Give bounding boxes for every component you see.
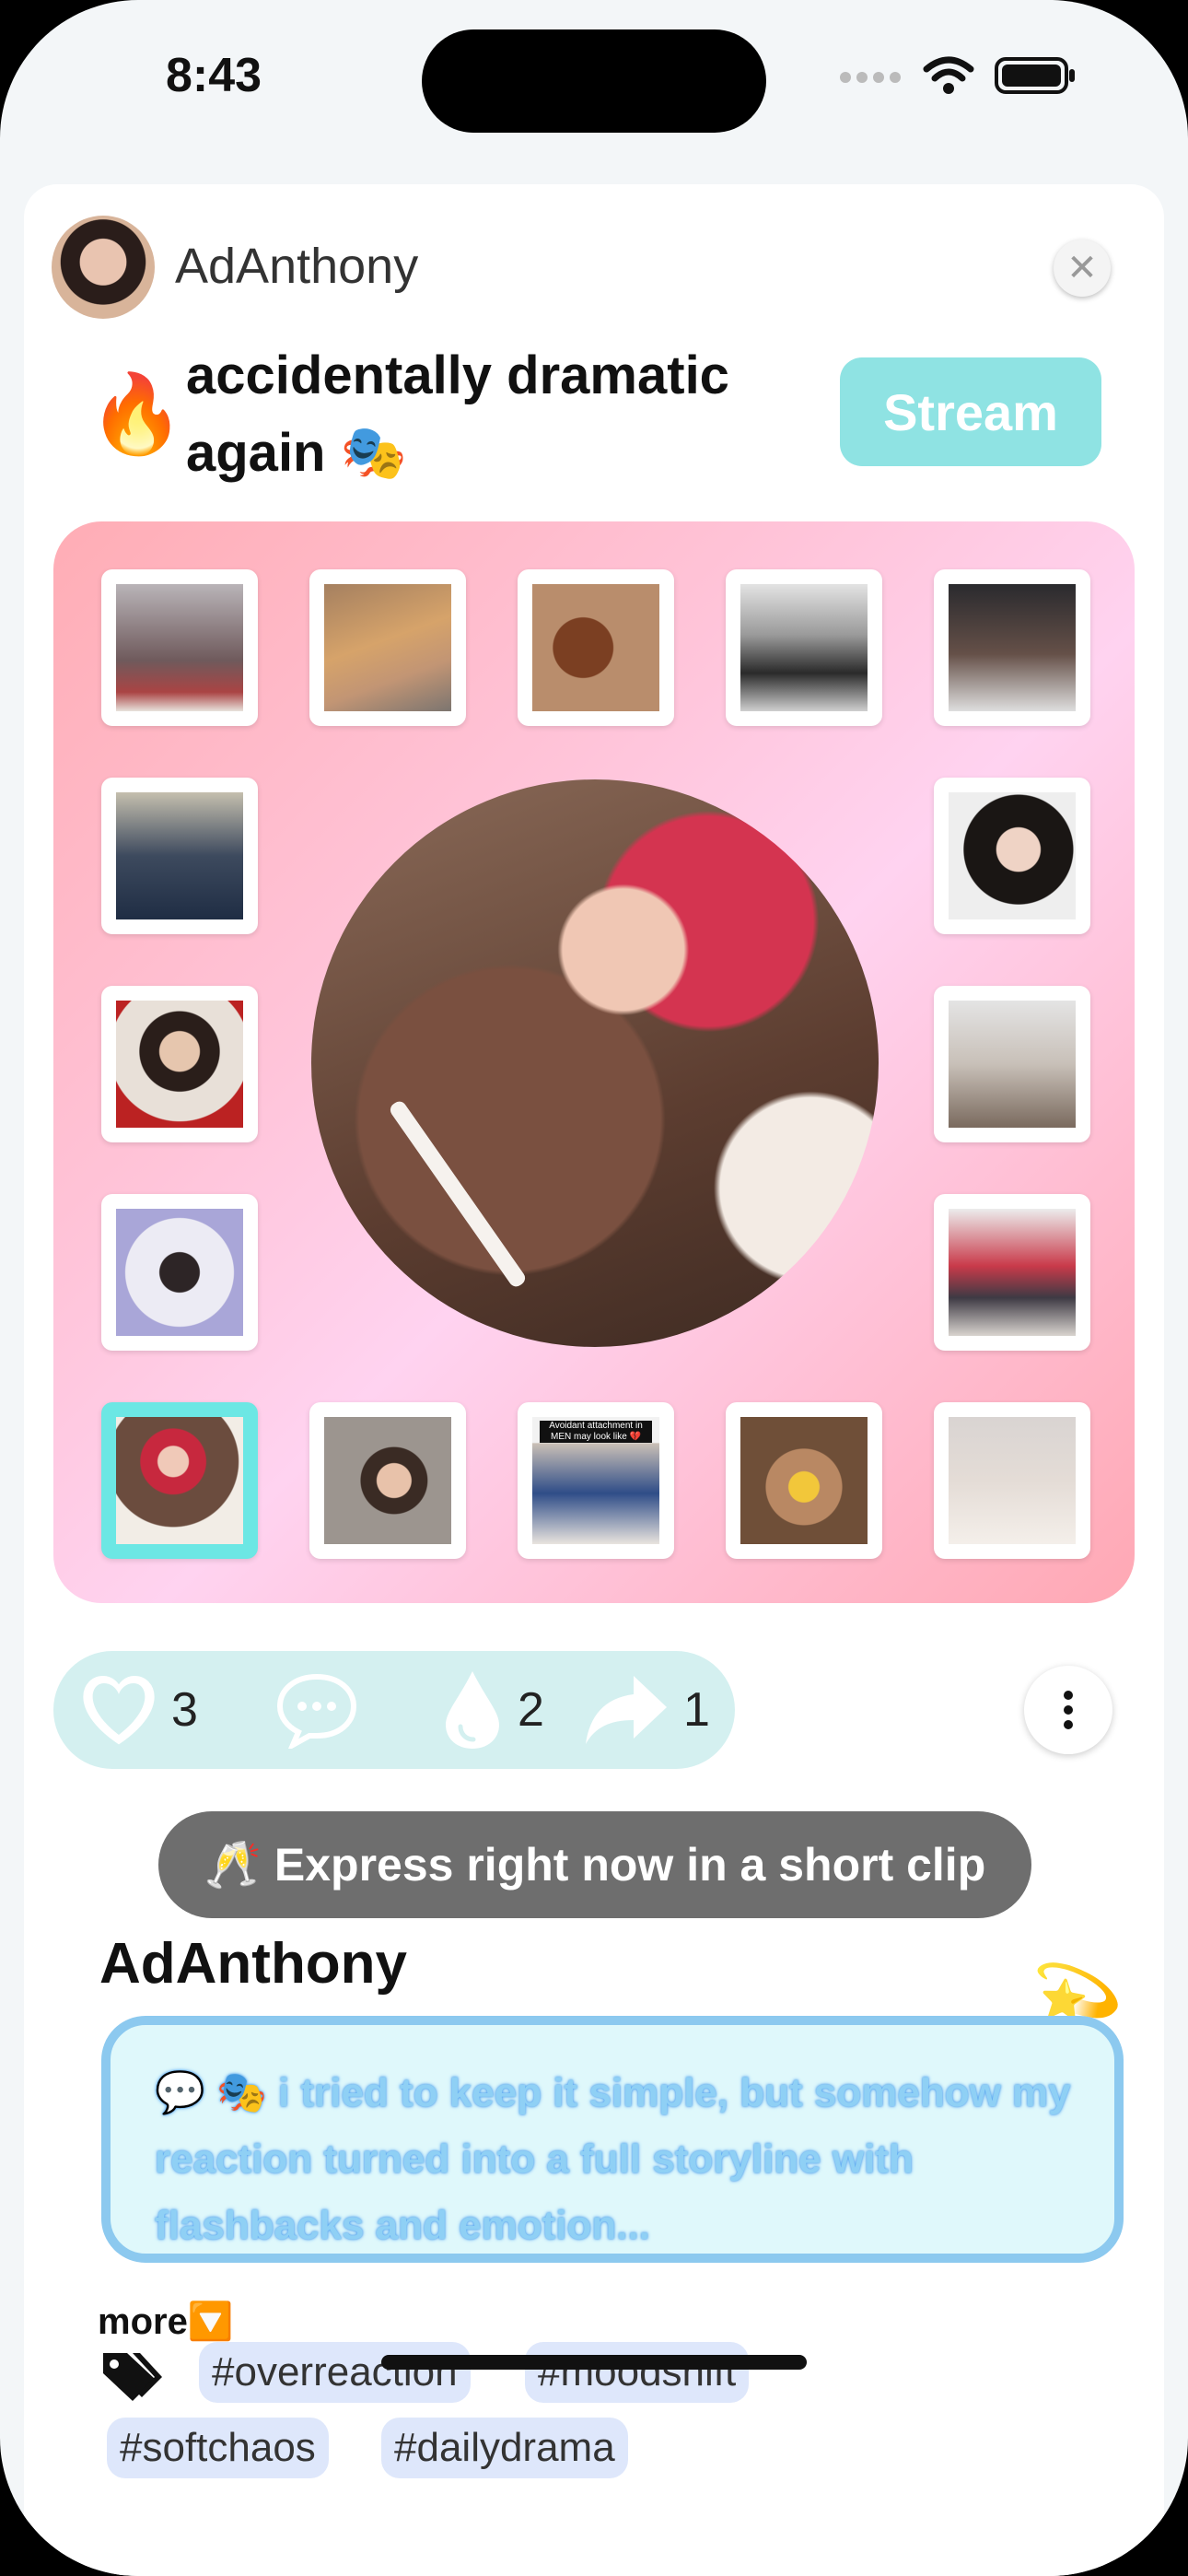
author-name[interactable]: AdAnthony	[99, 1931, 407, 1996]
status-icons	[838, 55, 1077, 96]
video-mosaic: Avoidant attachment in MEN may look like…	[53, 521, 1135, 1603]
express-clip-button[interactable]: 🥂 Express right now in a short clip	[158, 1811, 1031, 1918]
drop-button[interactable]: 2	[440, 1651, 544, 1769]
video-thumbnail[interactable]	[309, 569, 466, 726]
cellular-icon	[840, 72, 901, 83]
video-thumbnail[interactable]	[309, 1402, 466, 1559]
battery-icon	[995, 57, 1075, 94]
pen-detail	[387, 1098, 529, 1290]
comment-icon	[276, 1673, 357, 1749]
vertical-ellipsis-icon	[1064, 1691, 1073, 1729]
action-bar: 3 2 1	[53, 1651, 735, 1769]
post-card: AdAnthony ✕ 🔥 accidentally dramatic agai…	[24, 184, 1164, 2576]
video-thumbnail[interactable]	[726, 1402, 882, 1559]
hashtag[interactable]: #overreaction	[199, 2342, 471, 2403]
caption-text: 💬 🎭 i tried to keep it simple, but someh…	[155, 2070, 1071, 2248]
video-thumbnail-selected[interactable]	[101, 1402, 258, 1559]
close-button[interactable]: ✕	[1054, 240, 1111, 297]
video-thumbnail[interactable]	[934, 778, 1090, 934]
home-indicator[interactable]	[381, 2355, 807, 2370]
video-thumbnail[interactable]	[934, 1402, 1090, 1559]
featured-video[interactable]	[311, 779, 879, 1347]
video-thumbnail[interactable]	[101, 986, 258, 1142]
share-button[interactable]: 1	[582, 1651, 710, 1769]
drop-count: 2	[518, 1683, 544, 1737]
video-thumbnail[interactable]	[934, 1194, 1090, 1351]
mood-emoji: 🔥	[88, 370, 185, 457]
wifi-icon	[923, 56, 974, 94]
video-thumbnail[interactable]	[518, 569, 674, 726]
avatar[interactable]	[52, 216, 155, 319]
like-button[interactable]: 3	[79, 1651, 198, 1769]
video-thumbnail[interactable]	[726, 569, 882, 726]
more-link[interactable]: more🔽	[98, 2300, 234, 2343]
share-icon	[586, 1676, 667, 1744]
hashtag[interactable]: #moodshift	[525, 2342, 750, 2403]
video-thumbnail[interactable]: Avoidant attachment in MEN may look like…	[518, 1402, 674, 1559]
video-thumbnail[interactable]	[101, 778, 258, 934]
screen: 8:43 AdAnthony ✕ 🔥 accidentally dramatic…	[0, 0, 1188, 2576]
video-thumbnail[interactable]	[934, 569, 1090, 726]
hashtag[interactable]: #dailydrama	[381, 2418, 628, 2478]
drop-icon	[446, 1671, 499, 1749]
video-thumbnail[interactable]	[101, 569, 258, 726]
like-count: 3	[171, 1683, 198, 1737]
video-thumbnail[interactable]	[101, 1194, 258, 1351]
heart-icon	[83, 1675, 155, 1745]
tags-icon	[103, 2353, 162, 2401]
comment-button[interactable]	[274, 1651, 359, 1769]
thumbnail-caption: Avoidant attachment in MEN may look like…	[540, 1421, 652, 1443]
video-thumbnail[interactable]	[934, 986, 1090, 1142]
post-username[interactable]: AdAnthony	[175, 238, 418, 295]
phone-device: 8:43 AdAnthony ✕ 🔥 accidentally dramatic…	[0, 0, 1188, 2576]
more-options-button[interactable]	[1024, 1666, 1112, 1754]
mood-text: accidentally dramatic again 🎭	[186, 345, 729, 483]
caption-bubble: 💬 🎭 i tried to keep it simple, but someh…	[101, 2016, 1124, 2263]
share-count: 1	[683, 1683, 710, 1737]
status-time: 8:43	[166, 49, 262, 102]
dynamic-island	[422, 29, 766, 133]
close-icon: ✕	[1066, 248, 1098, 288]
hashtag[interactable]: #softchaos	[107, 2418, 329, 2478]
stream-button[interactable]: Stream	[840, 357, 1101, 466]
